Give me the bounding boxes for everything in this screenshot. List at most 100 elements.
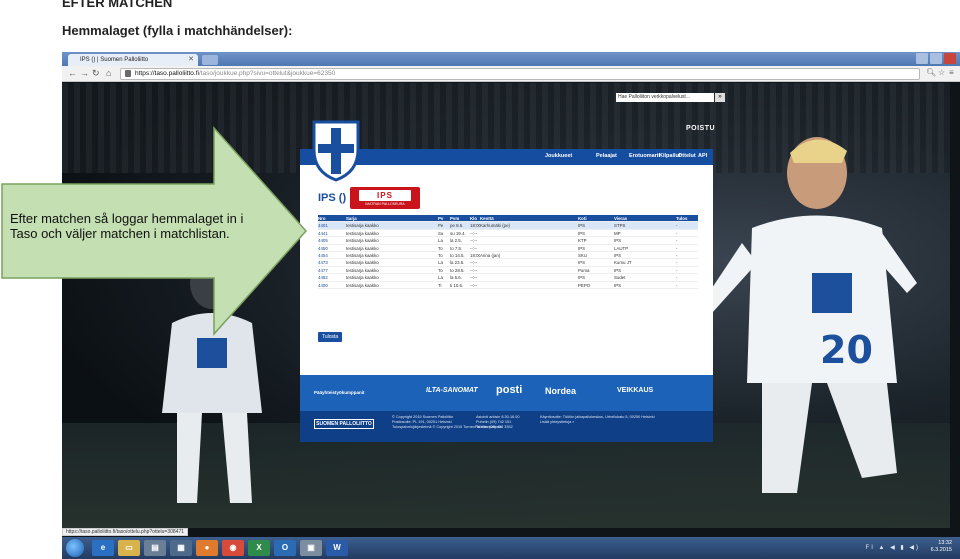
match-table: Nro Sarja Pv Pvm Klo Kenttä Koti Vieras … <box>318 215 698 289</box>
sponsor-nordea[interactable]: Nordea <box>545 386 576 396</box>
nav-pelaajat[interactable]: Pelaajat <box>596 153 617 159</box>
palloliitto-shield-logo[interactable] <box>312 120 360 182</box>
document-subtitle: Hemmalaget (fylla i matchhändelser): <box>62 23 293 38</box>
app2-icon[interactable]: ▣ <box>300 540 322 556</box>
footer-logo[interactable]: SUOMEN PALLOLIITTO <box>314 419 374 429</box>
logout-link[interactable]: POISTU <box>686 125 715 132</box>
close-window-button[interactable] <box>944 53 956 64</box>
match-cell-pv: To <box>438 252 443 258</box>
start-button[interactable] <box>66 539 84 557</box>
document-title: EFTER MATCHEN <box>62 0 173 10</box>
site-search-button[interactable]: » <box>715 93 725 102</box>
site-search-input[interactable]: Hae Palloliiton verkkopalvelust... <box>616 93 714 102</box>
match-row[interactable]: 4473 testisarja kaakko La la 23.5. --:-- IPS K… <box>318 259 698 267</box>
match-cell-vieras: IPS <box>614 267 622 273</box>
col-nro[interactable]: Nro <box>318 215 346 221</box>
nav-ottelut[interactable]: Ottelut <box>678 153 696 159</box>
print-button[interactable]: Tulosta <box>318 332 343 342</box>
player-right-image: 20 <box>702 137 917 493</box>
match-cell-nro[interactable]: 4401 <box>318 222 346 228</box>
callout-text: Efter matchen så loggar hemmalaget in i … <box>10 211 250 241</box>
menu-icon[interactable]: ≡ <box>949 68 954 77</box>
match-cell-tulos: - <box>676 230 678 236</box>
system-tray[interactable]: FI ▲ ◀ ▮ ◀) <box>866 544 920 551</box>
new-tab-button[interactable] <box>202 55 218 65</box>
outlook-icon[interactable]: O <box>274 540 296 556</box>
match-cell-nro[interactable]: 4473 <box>318 259 346 265</box>
maximize-button[interactable] <box>930 53 942 64</box>
col-pv[interactable]: Pv <box>438 215 450 221</box>
svg-text:20: 20 <box>820 328 873 372</box>
col-tulos[interactable]: Tulos <box>676 215 698 221</box>
col-klo[interactable]: Klo <box>470 215 480 221</box>
chrome-icon[interactable]: ◉ <box>222 540 244 556</box>
reload-icon[interactable]: ↻ <box>92 68 100 79</box>
col-sarja[interactable]: Sarja <box>346 215 438 221</box>
col-kentta[interactable]: Kenttä <box>480 215 578 221</box>
match-cell-koti: SKU <box>578 252 588 258</box>
match-cell-pvm: pe 8.5. <box>450 223 464 229</box>
match-cell-sarja: testisarja kaakko <box>346 238 379 244</box>
match-row[interactable]: 4450 testisarja kaakko To to 7.5. --:-- IPS LA… <box>318 245 698 252</box>
nav-joukkueet[interactable]: Joukkueet <box>545 153 572 159</box>
col-pvm[interactable]: Pvm <box>450 215 470 221</box>
match-row[interactable]: 4401 testisarja kaakko Pe pe 8.5. 18:00 Karhu… <box>318 222 698 230</box>
forward-icon[interactable]: → <box>80 68 89 79</box>
match-row[interactable]: 4477 testisarja kaakko To to 28.5. --:-- Puma… <box>318 267 698 275</box>
match-cell-nro[interactable]: 4450 <box>318 245 346 251</box>
match-row[interactable]: 4400 testisarja kaakko Ti ti 10.6. --:-- PEPO… <box>318 282 698 289</box>
match-cell-sarja: testisarja kaakko <box>346 260 379 266</box>
match-cell-koti: KTP <box>578 238 587 244</box>
tab-close-icon[interactable]: ✕ <box>188 54 194 66</box>
home-icon[interactable]: ⌂ <box>106 68 111 79</box>
match-cell-tulos: - <box>676 252 678 258</box>
browser-tab[interactable]: IPS () | Suomen Palloliitto ✕ <box>68 54 198 66</box>
match-cell-nro[interactable]: 4454 <box>318 252 346 258</box>
col-koti[interactable]: Koti <box>578 215 614 221</box>
star-icon[interactable]: ☆ <box>938 68 945 77</box>
match-cell-vieras: IPS <box>614 282 622 288</box>
taskbar-clock[interactable]: 13:32 6.3.2015 <box>931 540 952 554</box>
match-cell-nro[interactable]: 4405 <box>318 237 346 243</box>
address-bar[interactable]: https://taso.palloliitto.fi/taso/joukkue… <box>120 68 920 80</box>
sponsor-veikkaus[interactable]: VEIKKAUS <box>617 387 653 394</box>
match-cell-sarja: testisarja kaakko <box>346 245 379 251</box>
sponsor-iltasanomat[interactable]: ILTA-SANOMAT <box>426 387 478 394</box>
match-cell-pvm: la 6.6. <box>450 275 462 281</box>
match-cell-klo: 18:00 <box>470 223 480 229</box>
match-row[interactable]: 4405 testisarja kaakko La la 2.5. --:-- KTP IP… <box>318 237 698 245</box>
match-cell-tulos: - <box>676 238 678 244</box>
match-cell-nro[interactable]: 4477 <box>318 267 346 273</box>
match-cell-sarja: testisarja kaakko <box>346 230 379 236</box>
match-cell-nro[interactable]: 4400 <box>318 282 346 288</box>
team-title: IPS () <box>318 192 347 204</box>
app-icon[interactable]: ▦ <box>170 540 192 556</box>
word-icon[interactable]: W <box>326 540 348 556</box>
sponsor-posti[interactable]: posti <box>496 384 522 396</box>
match-cell-vieras: IPS <box>614 252 622 258</box>
match-cell-vieras: Sudet <box>614 275 626 281</box>
match-cell-pvm: to 14.5. <box>450 252 465 258</box>
match-cell-pv: La <box>438 260 443 266</box>
match-cell-pv: To <box>438 245 443 251</box>
match-cell-pv: La <box>438 238 443 244</box>
back-icon[interactable]: ← <box>68 68 77 79</box>
minimize-button[interactable] <box>916 53 928 64</box>
match-row[interactable]: 4482 testisarja kaakko La la 6.6. --:-- IPS Su… <box>318 274 698 282</box>
windows-taskbar: e ▭ ▤ ▦ ● ◉ X O ▣ W FI ▲ ◀ ▮ ◀) 13:32 6.… <box>62 537 960 559</box>
firefox-icon[interactable]: ● <box>196 540 218 556</box>
match-cell-pv: La <box>438 275 443 281</box>
nav-erotuomarit[interactable]: Erotuomarit <box>629 153 660 159</box>
match-row[interactable]: 4441 testisarja kaakko Su su 19.4. --:-- IPS M… <box>318 230 698 238</box>
media-icon[interactable]: ▤ <box>144 540 166 556</box>
match-cell-nro[interactable]: 4441 <box>318 230 346 236</box>
zoom-icon[interactable]: 🔍︎ <box>926 68 936 77</box>
explorer-icon[interactable]: ▭ <box>118 540 140 556</box>
match-cell-nro[interactable]: 4482 <box>318 274 346 280</box>
match-row[interactable]: 4454 testisarja kaakko To to 14.5. 18:00 Arin… <box>318 252 698 260</box>
window-controls <box>916 53 956 64</box>
ie-icon[interactable]: e <box>92 540 114 556</box>
excel-icon[interactable]: X <box>248 540 270 556</box>
nav-api[interactable]: API <box>698 153 707 159</box>
col-vieras[interactable]: Vieras <box>614 215 676 221</box>
